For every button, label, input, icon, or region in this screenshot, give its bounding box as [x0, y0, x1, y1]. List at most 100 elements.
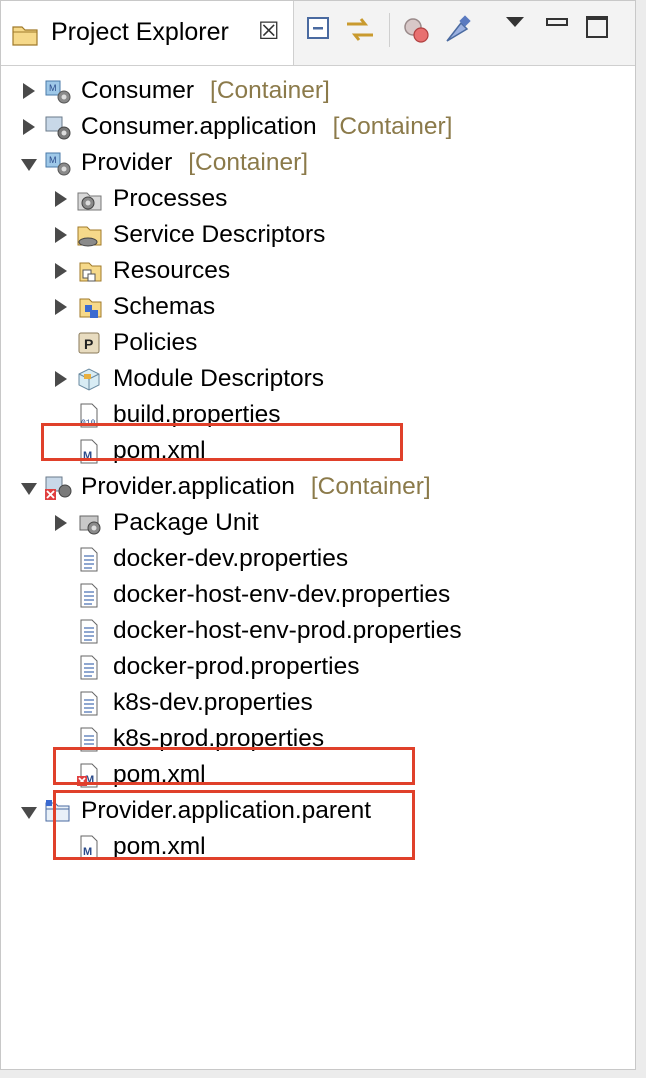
svg-text:010: 010 [81, 419, 96, 428]
service-descriptors-folder-icon [77, 226, 102, 247]
expand-arrow-closed-icon[interactable] [23, 83, 35, 99]
tree-item-label: docker-host-env-dev.properties [113, 581, 450, 609]
expand-arrow-open-icon[interactable] [21, 159, 37, 171]
collapse-all-icon[interactable] [303, 13, 337, 47]
svg-text:M: M [83, 450, 92, 462]
tree-item[interactable]: k8s-dev.properties [1, 685, 635, 721]
tree-item-label: docker-host-env-prod.properties [113, 617, 462, 645]
svg-text:P: P [84, 336, 93, 352]
customize-view-icon[interactable] [441, 13, 475, 47]
tree-item[interactable]: 010 build.properties [1, 397, 635, 433]
tree-item[interactable]: Processes [1, 181, 635, 217]
module-descriptors-icon [78, 368, 100, 391]
svg-text:M: M [49, 83, 57, 93]
tree-item-name: docker-prod.properties [113, 653, 360, 680]
text-file-icon [80, 583, 98, 608]
tree-item-name: pom.xml [113, 437, 206, 464]
expand-arrow-closed-icon[interactable] [55, 263, 67, 279]
tree-item-label: Processes [113, 185, 227, 213]
expand-arrow-closed-icon[interactable] [55, 191, 67, 207]
maximize-icon[interactable] [586, 16, 608, 38]
tree-item[interactable]: Package Unit [1, 505, 635, 541]
project-explorer-panel: Project Explorer ☒ M Consumer [Container] C… [0, 0, 636, 1070]
tree-item[interactable]: Module Descriptors [1, 361, 635, 397]
tree-item-label: docker-prod.properties [113, 653, 359, 681]
tree-item[interactable]: k8s-prod.properties [1, 721, 635, 757]
policies-icon: P [78, 332, 100, 354]
expand-arrow-closed-icon[interactable] [55, 371, 67, 387]
maven-pom-icon: M [80, 835, 98, 860]
tree-item-name: Consumer [81, 77, 195, 104]
tree-item-label: pom.xml [113, 761, 206, 789]
tree-item[interactable]: Mpom.xml [1, 757, 635, 793]
tree-item-label: build.properties [113, 401, 281, 429]
tree-item-label: Schemas [113, 293, 215, 321]
svg-text:M: M [49, 155, 57, 165]
tree-item[interactable]: docker-dev.properties [1, 541, 635, 577]
tree-item-label: Service Descriptors [113, 221, 325, 249]
application-project-error-icon [45, 476, 72, 500]
tree-item-name: pom.xml [113, 833, 206, 860]
container-decoration: [Container] [332, 113, 453, 140]
expand-arrow-closed-icon[interactable] [55, 227, 67, 243]
view-menu-icon[interactable] [506, 17, 524, 27]
tree-item-label: k8s-prod.properties [113, 725, 324, 753]
tree-item[interactable]: P Policies [1, 325, 635, 361]
expand-arrow-open-icon[interactable] [21, 483, 37, 495]
tree-item[interactable]: docker-host-env-dev.properties [1, 577, 635, 613]
tree-item-label: pom.xml [113, 833, 206, 861]
tree-item[interactable]: docker-host-env-prod.properties [1, 613, 635, 649]
tree-item[interactable]: Provider.application.parent [1, 793, 635, 829]
container-decoration: [Container] [188, 149, 309, 176]
tree-item[interactable]: Mpom.xml [1, 433, 635, 469]
expand-arrow-closed-icon[interactable] [55, 299, 67, 315]
tree-item[interactable]: Resources [1, 253, 635, 289]
tree-item[interactable]: Consumer.application [Container] [1, 109, 635, 145]
tree-item-label: Consumer [Container] [81, 77, 330, 105]
package-unit-icon [79, 515, 101, 535]
container-project-icon: M [45, 152, 71, 176]
tree-item-label: Package Unit [113, 509, 259, 537]
close-icon[interactable]: ☒ [258, 18, 280, 46]
text-file-icon [80, 691, 98, 716]
text-file-icon [80, 727, 98, 752]
maven-pom-error-icon: M [77, 763, 98, 788]
tree-item[interactable]: docker-prod.properties [1, 649, 635, 685]
tree-item-label: pom.xml [113, 437, 206, 465]
tree-item-label: Policies [113, 329, 197, 357]
tree-item-name: build.properties [113, 401, 281, 428]
folder-project-icon [45, 800, 70, 822]
tree-item[interactable]: M Provider [Container] [1, 145, 635, 181]
tree-item-name: k8s-prod.properties [113, 725, 325, 752]
minimize-icon[interactable] [546, 18, 568, 26]
view-tab-bar: Project Explorer ☒ [1, 1, 635, 66]
tree-item-name: k8s-dev.properties [113, 689, 313, 716]
tree-item-name: Module Descriptors [113, 365, 325, 392]
tree-item-name: pom.xml [113, 761, 206, 788]
tree-item-name: Resources [113, 257, 231, 284]
tree-item-label: Provider.application.parent [81, 797, 371, 825]
tree-item-name: Schemas [113, 293, 216, 320]
tree-item-label: Resources [113, 257, 230, 285]
view-title: Project Explorer [51, 18, 229, 46]
tree-item[interactable]: Provider.application [Container] [1, 469, 635, 505]
tree-item-label: Provider.application [Container] [81, 473, 431, 501]
tree-item[interactable]: M Consumer [Container] [1, 73, 635, 109]
tree-item[interactable]: Service Descriptors [1, 217, 635, 253]
expand-arrow-closed-icon[interactable] [23, 119, 35, 135]
tree-item[interactable]: Mpom.xml [1, 829, 635, 865]
tree-item-label: Consumer.application [Container] [81, 113, 452, 141]
tab-project-explorer[interactable]: Project Explorer ☒ [1, 1, 294, 65]
tree-item-name: docker-dev.properties [113, 545, 349, 572]
svg-text:M: M [83, 846, 92, 858]
expand-arrow-open-icon[interactable] [21, 807, 37, 819]
tree-item-label: Provider [Container] [81, 149, 308, 177]
properties-file-icon: 010 [80, 403, 98, 428]
filter-icon[interactable] [399, 13, 433, 47]
expand-arrow-closed-icon[interactable] [55, 515, 67, 531]
tree-item[interactable]: Schemas [1, 289, 635, 325]
container-decoration: [Container] [210, 77, 330, 104]
application-project-icon [45, 116, 71, 140]
link-with-editor-icon[interactable] [343, 13, 377, 47]
tree-item-name: Provider.application [81, 473, 295, 500]
